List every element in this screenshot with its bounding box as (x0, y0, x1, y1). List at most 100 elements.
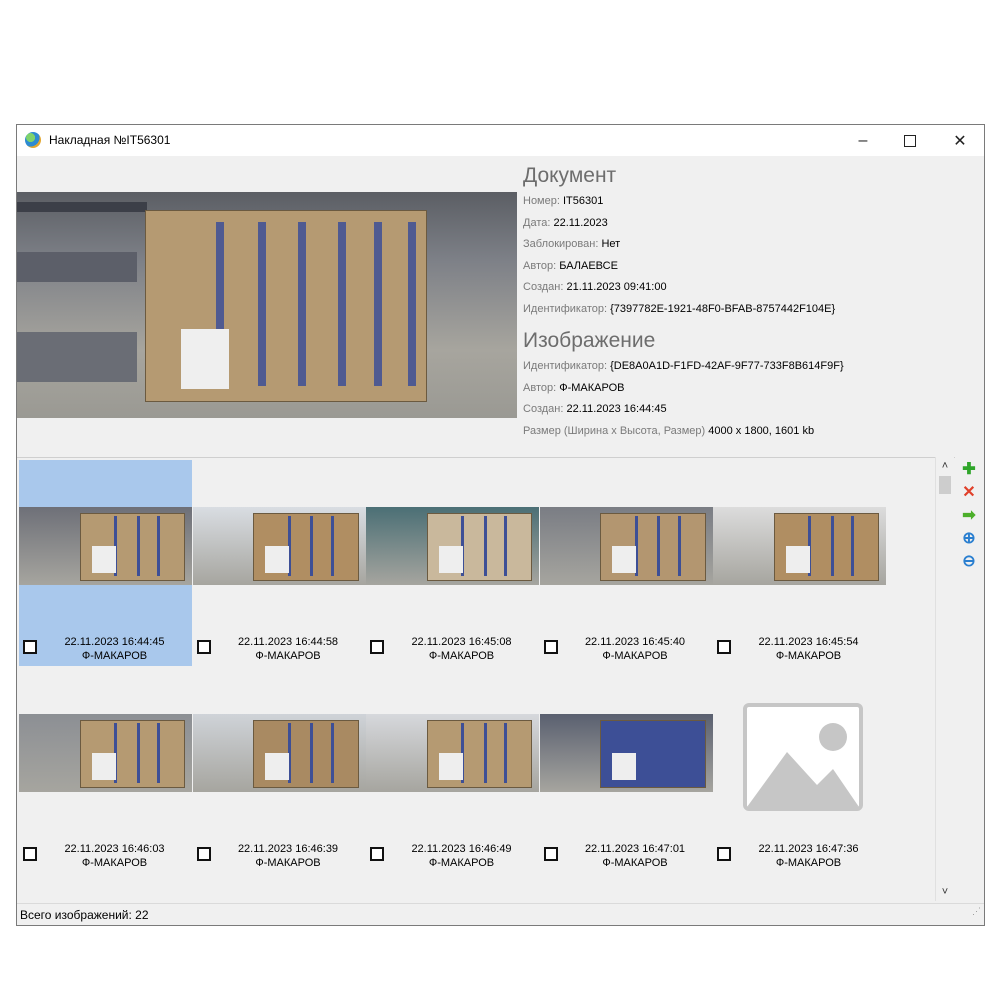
status-bar: Всего изображений: 22 ⋰ (17, 903, 984, 925)
zoom-in-button[interactable]: ⊕ (959, 528, 979, 548)
thumbnail-caption: 22.11.2023 16:47:36 Ф-МАКАРОВ (731, 842, 886, 870)
thumbnail-image (19, 714, 192, 792)
shipping-label (181, 329, 229, 389)
thumbnail-item[interactable]: 22.11.2023 16:46:49 Ф-МАКАРОВ (366, 667, 539, 873)
thumbnail-checkbox[interactable] (717, 640, 731, 654)
thumbnail-date: 22.11.2023 16:47:01 (584, 843, 686, 855)
thumbnail-date: 22.11.2023 16:47:36 (758, 843, 859, 855)
close-button[interactable]: ✕ (937, 125, 983, 156)
info-row: Создан: 21.11.2023 09:41:00 (523, 277, 978, 299)
field-value: Ф-МАКАРОВ (559, 381, 625, 394)
tape-stripe (298, 222, 306, 386)
thumbnail-item[interactable]: 22.11.2023 16:44:58 Ф-МАКАРОВ (192, 460, 366, 666)
thumbnail-image (539, 714, 713, 792)
thumbnail-checkbox[interactable] (717, 847, 731, 861)
field-label: Автор: (523, 259, 557, 272)
gallery-scrollbar[interactable]: ˄ ˅ (935, 457, 954, 901)
image-heading: Изображение (523, 329, 656, 352)
thumbnail-item[interactable]: 22.11.2023 16:46:39 Ф-МАКАРОВ (192, 667, 366, 873)
field-value: 21.11.2023 09:41:00 (566, 281, 667, 293)
field-label: Идентификатор: (523, 302, 608, 315)
field-value: {DE8A0A1D-F1FD-42AF-9F77-733F8B614F9F} (610, 360, 844, 372)
thumbnail-image (19, 507, 192, 585)
field-label: Дата: (523, 216, 551, 229)
field-label: Идентификатор: (523, 360, 608, 372)
info-row: Номер: IT56301 (523, 191, 978, 213)
add-image-button[interactable]: ✚ (959, 459, 979, 479)
thumbnail-caption: 22.11.2023 16:45:54 Ф-МАКАРОВ (731, 635, 886, 663)
rack-shape (17, 202, 147, 212)
thumbnail-date: 22.11.2023 16:46:03 (64, 843, 165, 855)
thumbnail-date: 22.11.2023 16:46:49 (411, 843, 512, 855)
thumbnail-caption: 22.11.2023 16:45:40 Ф-МАКАРОВ (558, 635, 713, 663)
zoom-out-button[interactable]: ⊖ (959, 551, 979, 571)
info-row: Дата: 22.11.2023 (523, 213, 978, 235)
thumbnail-image (192, 507, 366, 585)
thumbnail-checkbox[interactable] (543, 640, 558, 654)
scroll-up-button[interactable]: ˄ (936, 457, 954, 475)
thumbnail-item[interactable]: 22.11.2023 16:44:45 Ф-МАКАРОВ (19, 460, 192, 666)
field-value: Нет (601, 238, 621, 250)
info-row: Заблокирован: Нет (523, 234, 978, 256)
thumbnail-caption: 22.11.2023 16:47:01 Ф-МАКАРОВ (558, 842, 713, 870)
thumbnail-date: 22.11.2023 16:44:45 (64, 636, 165, 648)
thumbnail-item[interactable]: 22.11.2023 16:47:01 Ф-МАКАРОВ (539, 667, 713, 873)
thumbnail-item[interactable]: 22.11.2023 16:45:40 Ф-МАКАРОВ (539, 460, 713, 666)
tape-stripe (374, 222, 382, 386)
thumbnail-checkbox[interactable] (196, 847, 211, 861)
thumbnail-caption: 22.11.2023 16:45:08 Ф-МАКАРОВ (384, 635, 539, 663)
field-label: Размер (Ширина x Высота, Размер) (523, 424, 706, 437)
image-fields: Идентификатор: {DE8A0A1D-F1FD-42AF-9F77-… (523, 356, 978, 442)
info-panel: Документ Номер: IT56301 Дата: 22.11.2023 З… (523, 161, 978, 442)
field-label: Номер: (523, 195, 560, 207)
thumbnail-gallery[interactable]: 22.11.2023 16:44:45 Ф-МАКАРОВ 22.11.2023 1… (17, 457, 955, 902)
thumbnail-image (539, 507, 713, 585)
rack-shape (17, 332, 137, 382)
thumbnail-caption: 22.11.2023 16:44:45 Ф-МАКАРОВ (37, 635, 192, 663)
image-count-text: Всего изображений: 22 (20, 908, 149, 922)
thumbnail-item[interactable]: 22.11.2023 16:45:54 Ф-МАКАРОВ (713, 460, 886, 666)
thumbnail-checkbox[interactable] (543, 847, 558, 861)
thumbnail-item[interactable]: 22.11.2023 16:46:03 Ф-МАКАРОВ (19, 667, 192, 873)
invoice-window: Накладная №IT56301 – ✕ Документ Номер: I… (16, 124, 985, 926)
field-label: Создан: (523, 281, 564, 293)
selected-image-preview[interactable] (17, 192, 517, 418)
info-row: Автор: Ф-МАКАРОВ (523, 378, 978, 400)
scroll-down-button[interactable]: ˅ (936, 883, 954, 901)
resize-grip-icon[interactable]: ⋰ (972, 900, 981, 922)
window-title: Накладная №IT56301 (49, 133, 171, 147)
field-label: Создан: (523, 403, 564, 415)
thumbnail-date: 22.11.2023 16:45:54 (758, 636, 859, 648)
thumbnail-caption: 22.11.2023 16:46:39 Ф-МАКАРОВ (211, 842, 366, 870)
info-row: Автор: БАЛАЕВСЕ (523, 256, 978, 278)
scroll-thumb[interactable] (939, 476, 951, 494)
minimize-button[interactable]: – (840, 125, 886, 156)
delete-image-button[interactable]: ✕ (959, 482, 979, 502)
document-heading: Документ (523, 164, 617, 187)
tape-stripe (408, 222, 416, 386)
thumbnail-author: Ф-МАКАРОВ (602, 857, 668, 869)
document-fields: Номер: IT56301 Дата: 22.11.2023 Заблокиров… (523, 191, 978, 320)
thumbnail-author: Ф-МАКАРОВ (775, 857, 842, 869)
thumbnail-checkbox[interactable] (23, 640, 37, 654)
forward-button[interactable]: ➡ (959, 505, 979, 525)
maximize-button[interactable] (887, 125, 933, 156)
thumbnail-checkbox[interactable] (370, 640, 384, 654)
tape-stripe (338, 222, 346, 386)
thumbnail-checkbox[interactable] (196, 640, 211, 654)
thumbnail-item[interactable]: 22.11.2023 16:45:08 Ф-МАКАРОВ (366, 460, 539, 666)
field-value: 4000 x 1800, 1601 kb (708, 424, 815, 437)
thumbnail-image (713, 507, 886, 585)
thumbnail-item[interactable]: 22.11.2023 16:47:36 Ф-МАКАРОВ (713, 667, 886, 873)
thumbnail-checkbox[interactable] (23, 847, 37, 861)
thumbnail-author: Ф-МАКАРОВ (255, 650, 321, 662)
thumbnail-checkbox[interactable] (370, 847, 384, 861)
field-value: IT56301 (562, 195, 604, 207)
maximize-icon (904, 134, 916, 147)
app-globe-icon (25, 132, 41, 148)
field-label: Заблокирован: (523, 238, 599, 250)
field-value: 22.11.2023 16:44:45 (566, 403, 667, 415)
info-row: Идентификатор: {7397782E-1921-48F0-BFAB-… (523, 299, 978, 321)
thumbnail-image (366, 714, 539, 792)
thumbnail-author: Ф-МАКАРОВ (81, 650, 148, 662)
